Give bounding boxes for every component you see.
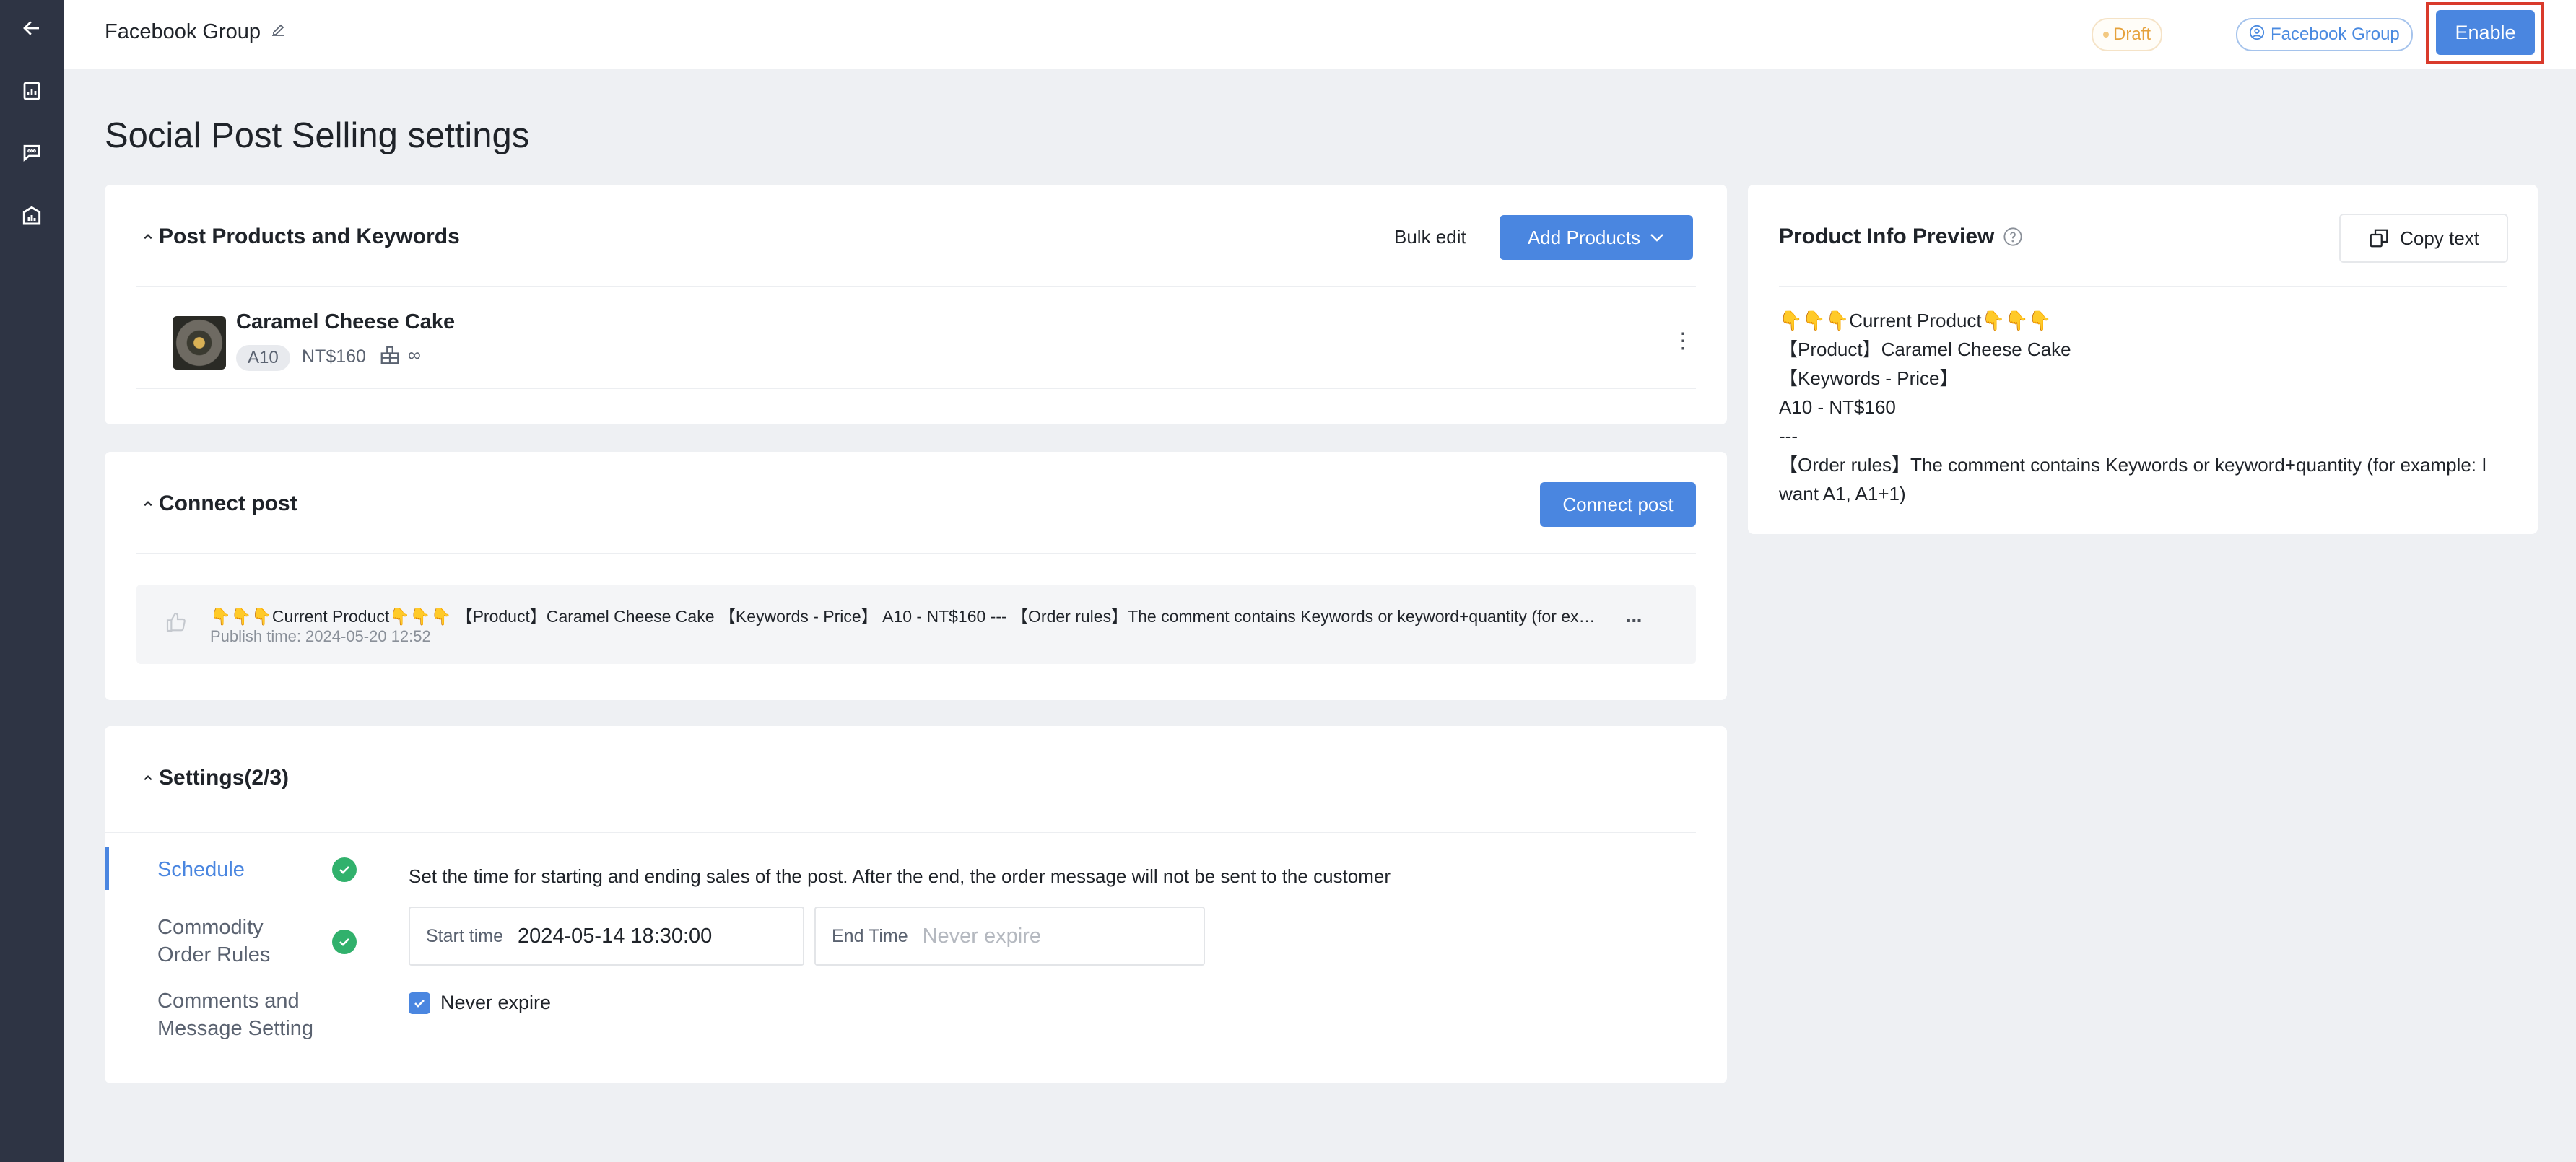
start-time-value: 2024-05-14 18:30:00 [517, 924, 713, 948]
settings-card-title: Settings(2/3) [159, 766, 290, 790]
status-dot-icon [2103, 32, 2109, 38]
end-time-label: End Time [832, 925, 908, 946]
product-name: Caramel Cheese Cake [236, 310, 456, 333]
copy-icon [2370, 229, 2388, 248]
bulk-edit-button[interactable]: Bulk edit [1394, 226, 1466, 248]
settings-menu-comments[interactable]: Comments and Message Setting [157, 987, 331, 1042]
back-arrow-icon[interactable] [14, 11, 49, 45]
top-bar: Facebook Group [64, 0, 2576, 69]
chat-bubble-icon[interactable] [14, 135, 49, 170]
group-avatar-icon [2249, 25, 2265, 45]
settings-divider [105, 832, 1696, 833]
settings-card [105, 726, 1727, 1083]
status-badge-label: Draft [2113, 25, 2151, 44]
preview-title: Product Info Preview [1779, 224, 1995, 248]
products-divider-bottom [136, 388, 1696, 389]
group-title-text: Facebook Group [105, 20, 261, 43]
preview-divider [1779, 286, 2507, 287]
never-expire-checkbox[interactable] [409, 992, 430, 1014]
end-time-placeholder: Never expire [922, 924, 1042, 948]
checkmark-icon [414, 1000, 425, 1008]
channel-badge-label: Facebook Group [2271, 25, 2400, 44]
help-icon[interactable] [2003, 227, 2023, 247]
chevron-up-icon [144, 775, 152, 781]
product-more-icon[interactable]: ⋮ [1672, 331, 1694, 352]
schedule-complete-check-icon [332, 857, 357, 882]
keyword-tag: A10 [236, 345, 290, 371]
status-badge-draft: Draft [2092, 18, 2163, 51]
active-menu-indicator [105, 847, 109, 890]
preview-line: A10 - NT$160 [1779, 396, 1896, 418]
sidebar [0, 0, 64, 1162]
stock-value: ∞ [408, 344, 421, 365]
connect-post-button[interactable]: Connect post [1540, 482, 1696, 527]
preview-line: 【Product】Caramel Cheese Cake [1779, 338, 2071, 360]
add-products-button[interactable]: Add Products [1500, 215, 1693, 260]
preview-line: 【Keywords - Price】 [1779, 367, 1959, 389]
start-time-field[interactable]: Start time 2024-05-14 18:30:00 [409, 907, 804, 966]
product-price: NT$160 [302, 346, 366, 367]
settings-menu-schedule[interactable]: Schedule [157, 856, 245, 883]
preview-card-header: Product Info Preview [1779, 224, 2023, 249]
document-chart-icon[interactable] [14, 74, 49, 108]
products-card-header[interactable]: Post Products and Keywords [143, 224, 460, 249]
add-products-label: Add Products [1527, 226, 1641, 248]
chevron-up-icon [144, 234, 152, 240]
warehouse-icon [380, 346, 399, 364]
preview-line: 【Order rules】The comment contains Keywor… [1779, 454, 2487, 504]
edit-pencil-icon[interactable] [269, 20, 287, 44]
order-rules-complete-check-icon [332, 930, 357, 954]
products-card-title: Post Products and Keywords [159, 224, 460, 248]
enable-button[interactable]: Enable [2436, 10, 2535, 55]
connect-divider [136, 553, 1696, 554]
copy-text-button[interactable]: Copy text [2339, 214, 2508, 263]
group-title: Facebook Group [105, 20, 287, 44]
product-stock: ∞ [379, 344, 421, 366]
products-divider-top [136, 286, 1696, 287]
never-expire-label[interactable]: Never expire [440, 992, 551, 1014]
settings-menu-order-rules[interactable]: Commodity Order Rules [157, 914, 302, 969]
settings-card-header[interactable]: Settings(2/3) [143, 766, 289, 790]
end-time-field[interactable]: End Time Never expire [814, 907, 1205, 966]
connect-card-header[interactable]: Connect post [143, 492, 297, 516]
post-text: 👇👇👇Current Product👇👇👇 【Product】Caramel C… [210, 607, 1604, 626]
connect-card-title: Connect post [159, 492, 297, 515]
post-publish-time: Publish time: 2024-05-20 12:52 [210, 627, 431, 645]
channel-badge: Facebook Group [2236, 18, 2413, 51]
connect-post-label: Connect post [1562, 493, 1674, 515]
preview-text: 👇👇👇Current Product👇👇👇 【Product】Caramel C… [1779, 306, 2576, 508]
thumbs-up-icon [165, 611, 188, 637]
start-time-label: Start time [426, 925, 503, 946]
store-analytics-icon[interactable] [14, 198, 49, 232]
page-title: Social Post Selling settings [105, 116, 530, 155]
preview-line: 👇👇👇Current Product👇👇👇 [1779, 310, 2052, 331]
post-more-icon[interactable]: ··· [1626, 611, 1643, 631]
chevron-down-icon [1650, 234, 1663, 242]
product-thumbnail [173, 316, 226, 370]
schedule-description: Set the time for starting and ending sal… [409, 865, 1391, 887]
copy-text-label: Copy text [2400, 227, 2479, 249]
preview-line: --- [1779, 425, 1798, 447]
chevron-up-icon [144, 501, 152, 507]
